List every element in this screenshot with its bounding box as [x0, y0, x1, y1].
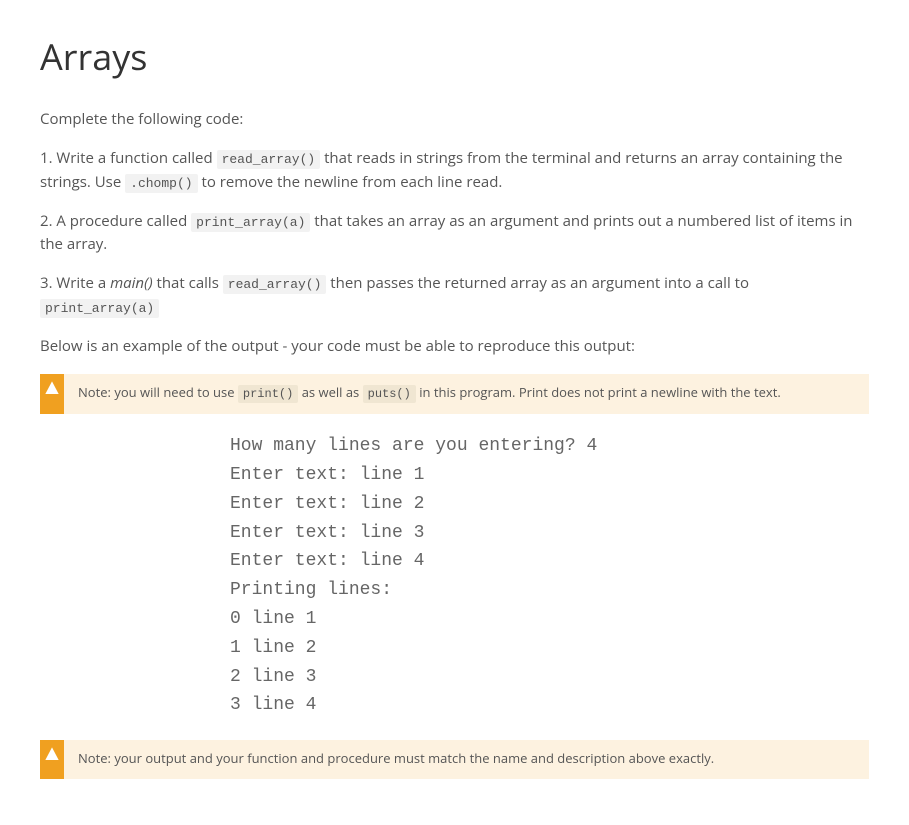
code-print: print() — [238, 385, 298, 403]
example-output: How many lines are you entering? 4 Enter… — [230, 432, 869, 720]
note-content-2: Note: your output and your function and … — [64, 740, 728, 779]
text-fragment: that calls — [153, 273, 223, 293]
note-box-1: Note: you will need to use print() as we… — [40, 374, 869, 414]
text-fragment: in this program. Print does not print a … — [416, 383, 781, 401]
code-read-array-2: read_array() — [223, 275, 327, 294]
intro-text: Complete the following code: — [40, 108, 869, 131]
text-fragment: as well as — [298, 383, 362, 401]
code-read-array: read_array() — [217, 150, 321, 169]
instruction-3: 3. Write a main() that calls read_array(… — [40, 272, 869, 319]
page-title: Arrays — [40, 30, 869, 84]
text-fragment: Note: your output and your function and … — [78, 749, 714, 767]
instruction-2: 2. A procedure called print_array(a) tha… — [40, 210, 869, 257]
code-chomp: .chomp() — [125, 174, 197, 193]
text-fragment: 3. Write a — [40, 273, 110, 293]
note-box-2: Note: your output and your function and … — [40, 740, 869, 779]
text-fragment: 2. A procedure called — [40, 211, 191, 231]
instruction-1: 1. Write a function called read_array() … — [40, 147, 869, 194]
text-fragment: 1. Write a function called — [40, 148, 217, 168]
text-fragment: then passes the returned array as an arg… — [326, 273, 749, 293]
em-main: main() — [110, 273, 153, 293]
text-fragment: to remove the newline from each line rea… — [198, 172, 503, 192]
code-print-array-2: print_array(a) — [40, 299, 159, 318]
code-puts: puts() — [363, 385, 416, 403]
note-content-1: Note: you will need to use print() as we… — [64, 374, 795, 414]
text-fragment: Note: you will need to use — [78, 383, 238, 401]
warning-icon — [40, 374, 64, 414]
output-intro: Below is an example of the output - your… — [40, 335, 869, 358]
warning-icon — [40, 740, 64, 779]
code-print-array: print_array(a) — [191, 213, 310, 232]
